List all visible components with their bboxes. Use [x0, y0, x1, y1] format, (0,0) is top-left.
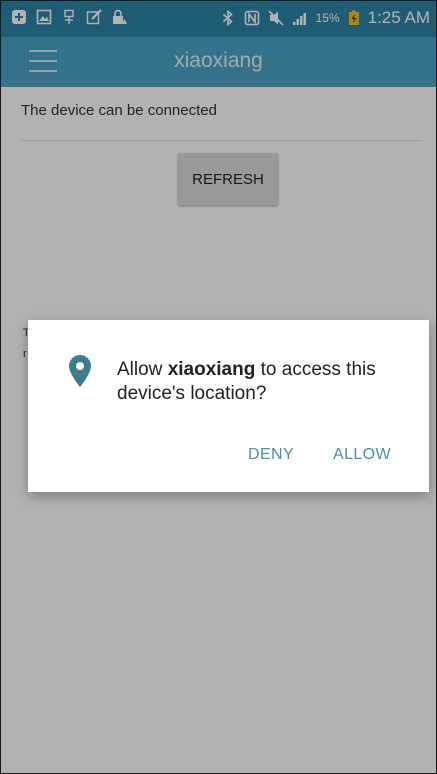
deny-button[interactable]: DENY [248, 446, 294, 464]
allow-button[interactable]: ALLOW [333, 446, 391, 464]
location-pin-icon [69, 355, 91, 387]
permission-dialog: Allow xiaoxiang to access this device's … [28, 320, 429, 492]
permission-message: Allow xiaoxiang to access this device's … [117, 358, 407, 406]
message-prefix: Allow [117, 359, 168, 380]
app-name: xiaoxiang [167, 359, 256, 380]
